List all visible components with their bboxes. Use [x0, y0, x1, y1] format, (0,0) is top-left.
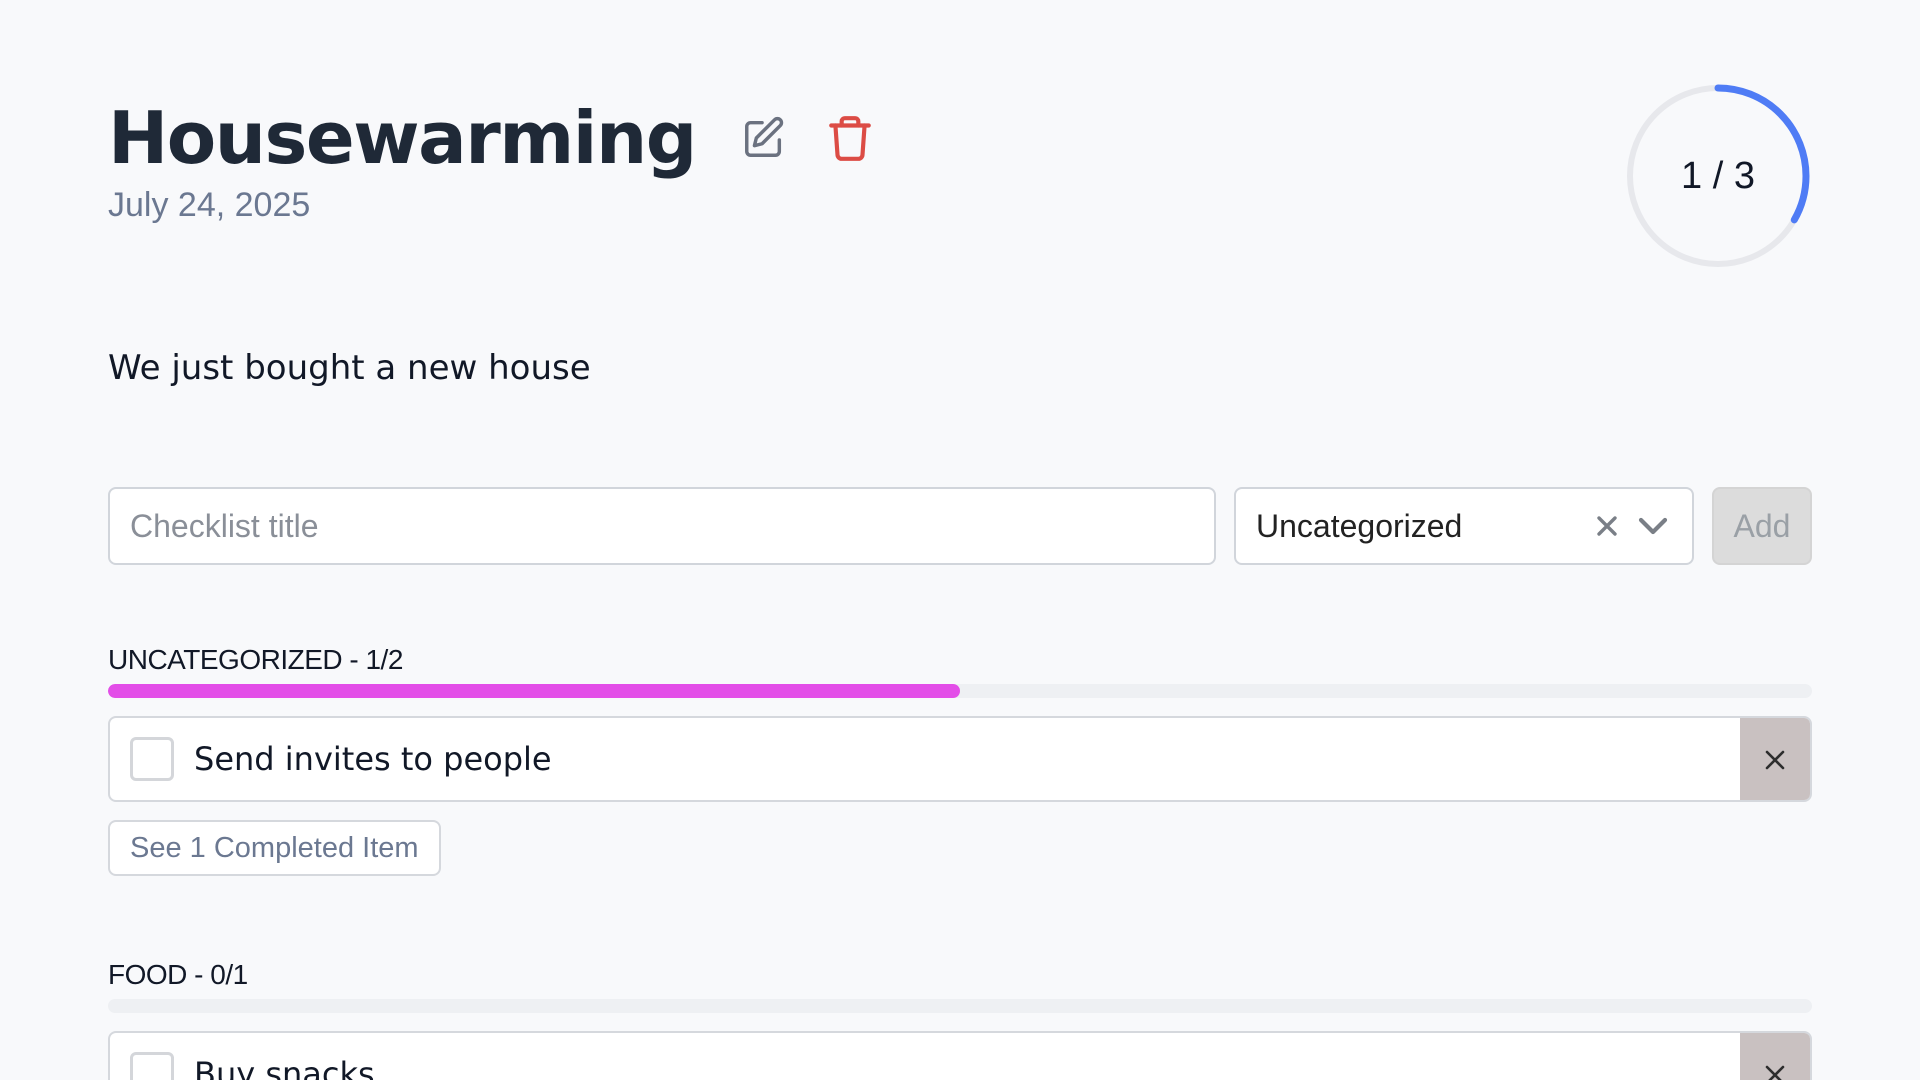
section-food: FOOD - 0/1 Buy snacks [108, 955, 1812, 1080]
section-progress-fill [108, 684, 960, 698]
list-item: Buy snacks [108, 1031, 1812, 1080]
list-item: Send invites to people [108, 716, 1812, 802]
add-item-form: Uncategorized Add [108, 487, 1812, 565]
trash-icon[interactable] [822, 110, 878, 166]
section-progress-bar [108, 999, 1812, 1013]
section-heading: FOOD - 0/1 [108, 959, 248, 990]
checklist-page: Housewarming July 24, 2025 1 / 3 We just… [108, 0, 1812, 1080]
section-uncategorized: UNCATEGORIZED - 1/2 Send invites to peop… [108, 640, 1812, 876]
item-checkbox[interactable] [130, 1052, 174, 1080]
item-label: Buy snacks [194, 1055, 375, 1080]
edit-icon[interactable] [736, 110, 792, 166]
item-checkbox[interactable] [130, 737, 174, 781]
event-description: We just bought a new house [108, 348, 591, 388]
add-button[interactable]: Add [1712, 487, 1812, 565]
section-progress-bar [108, 684, 1812, 698]
checklist-title-input[interactable] [108, 487, 1216, 565]
page-header: Housewarming July 24, 2025 1 / 3 [108, 84, 1812, 268]
progress-ring-label: 1 / 3 [1681, 154, 1755, 197]
item-label: Send invites to people [194, 740, 552, 778]
see-completed-button[interactable]: See 1 Completed Item [108, 820, 441, 876]
overall-progress-ring: 1 / 3 [1624, 82, 1812, 270]
event-date: July 24, 2025 [108, 186, 311, 224]
close-icon [1764, 1064, 1786, 1080]
chevron-down-icon[interactable] [1634, 509, 1672, 543]
category-select-value: Uncategorized [1256, 507, 1463, 544]
section-heading: UNCATEGORIZED - 1/2 [108, 644, 403, 675]
remove-item-button[interactable] [1740, 1033, 1810, 1080]
close-icon [1764, 749, 1786, 771]
category-select[interactable]: Uncategorized [1234, 487, 1694, 565]
clear-icon[interactable] [1590, 509, 1624, 543]
remove-item-button[interactable] [1740, 718, 1810, 800]
page-title: Housewarming [108, 96, 697, 180]
title-row: Housewarming [108, 96, 878, 180]
